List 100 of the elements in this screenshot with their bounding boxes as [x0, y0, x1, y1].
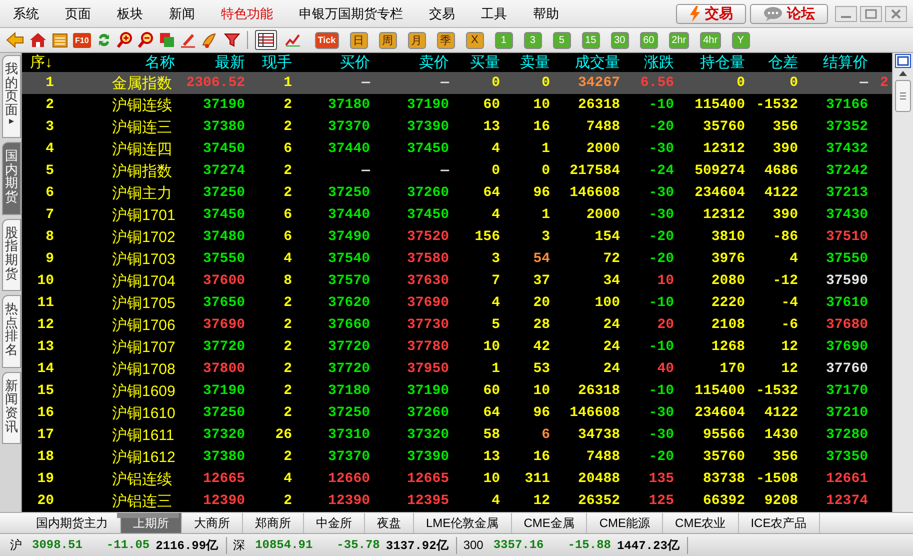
period-button[interactable]: 日: [350, 32, 368, 48]
table-cell-text: 12660: [326, 471, 370, 487]
window-icon[interactable]: [895, 54, 911, 68]
side-tab[interactable]: 新闻资讯: [2, 372, 21, 444]
table-cell-text: 390: [772, 141, 798, 157]
contract-name: 沪铜1702: [111, 228, 175, 246]
table-cell-text: 37680: [824, 317, 868, 333]
scroll-thumb-icon[interactable]: [117, 513, 179, 518]
side-tab[interactable]: 国内期货: [2, 142, 21, 215]
table-cell-text: 95566: [702, 427, 745, 443]
table-cell-text: 2: [282, 295, 292, 311]
menu-item[interactable]: 交易: [416, 4, 468, 22]
table-cell-text: 4: [282, 251, 292, 267]
period-button[interactable]: Tick: [314, 32, 339, 48]
table-cell-text: 37950: [406, 361, 449, 377]
contract-name: 沪铜连四: [111, 140, 173, 158]
pencil-icon[interactable]: [180, 32, 196, 48]
table-cell-text: 356: [772, 119, 798, 135]
menu-item[interactable]: 申银万国期货专栏: [286, 4, 416, 22]
period-button[interactable]: 月: [408, 32, 426, 48]
back-arrow-icon[interactable]: [6, 32, 24, 48]
zoom-out-icon[interactable]: [138, 32, 154, 48]
column-header[interactable]: 持仓量: [674, 53, 745, 72]
table-cell-text: 19: [36, 471, 55, 487]
selected-row[interactable]: 1 金属指数 2306.52 1 — — 0 0 34267 6.56 0 0 — 2: [22, 72, 892, 94]
table-cell-text: 20: [36, 493, 55, 509]
table-cell-text: 37180: [326, 97, 370, 113]
column-header[interactable]: 买量: [449, 53, 500, 72]
index-change: -35.78: [336, 538, 380, 552]
column-header[interactable]: 名称: [62, 53, 175, 72]
table-cell-text: 2: [282, 317, 292, 333]
menu-item[interactable]: 页面: [52, 4, 104, 22]
table-cell-text: -20: [648, 229, 674, 245]
menu-item[interactable]: 系统: [0, 4, 52, 22]
menu-item[interactable]: 帮助: [520, 4, 572, 22]
column-header[interactable]: 仓差: [745, 53, 798, 72]
scroll-thumb-icon[interactable]: [895, 80, 911, 112]
view-button[interactable]: [254, 30, 277, 50]
table-cell-text: 37720: [326, 361, 370, 377]
table-cell-text: 1268: [710, 339, 745, 355]
column-header[interactable]: 最新: [175, 53, 245, 72]
table-cell-text: -20: [648, 449, 674, 465]
table-cell-text: 0: [788, 75, 798, 91]
table-cell-text: -1508: [754, 471, 798, 487]
table-cell-text: 2220: [710, 295, 745, 311]
table-cell-text: 10: [532, 97, 550, 113]
table-cell-text: 146608: [568, 185, 620, 201]
index-name: 深: [233, 536, 246, 554]
menu-item[interactable]: 特色功能: [208, 4, 286, 22]
table-cell-text: 37190: [406, 383, 449, 399]
maximize-icon[interactable]: [860, 6, 882, 22]
side-tab[interactable]: 我的页面 ▸: [2, 55, 21, 138]
windows-icon[interactable]: [158, 32, 175, 48]
scroll-up-icon[interactable]: [898, 70, 908, 78]
period-button[interactable]: X: [466, 32, 484, 48]
table-cell-text: 9208: [763, 493, 798, 509]
zoom-in-icon[interactable]: [116, 32, 133, 48]
trade-button[interactable]: 交易: [676, 4, 746, 24]
menu-item[interactable]: 板块: [104, 4, 156, 22]
index-name: 300: [463, 538, 484, 552]
table-cell-text: 37780: [406, 339, 449, 355]
menu-item[interactable]: 新闻: [156, 4, 208, 22]
side-tab[interactable]: 股指期货: [2, 218, 21, 292]
notepad-icon[interactable]: [52, 32, 68, 48]
column-header[interactable]: 现手: [245, 53, 292, 72]
table-cell-text: 356: [772, 449, 798, 465]
table-cell-text: 7488: [585, 449, 620, 465]
period-button[interactable]: 周: [378, 32, 397, 48]
contract-name: 沪铜1610: [111, 404, 175, 422]
contract-name: 沪铜1611: [111, 426, 175, 444]
table-cell-text: 37242: [824, 163, 868, 179]
home-icon[interactable]: [29, 32, 47, 48]
table-cell-text: 37260: [406, 405, 449, 421]
table-cell-text: 37390: [406, 119, 449, 135]
contract-name: 沪铝连续: [111, 470, 173, 488]
column-header[interactable]: 卖量: [500, 53, 550, 72]
menu-item[interactable]: 工具: [468, 4, 520, 22]
side-tab[interactable]: 热点排名: [2, 295, 21, 368]
close-icon[interactable]: [885, 6, 907, 22]
column-header[interactable]: 成交量: [550, 53, 620, 72]
table-cell-text: 26352: [576, 493, 620, 509]
column-header[interactable]: 卖价: [370, 53, 449, 72]
forum-button[interactable]: 论坛: [750, 4, 828, 24]
column-header[interactable]: 涨跌: [620, 53, 674, 72]
table-cell-text: 37370: [326, 119, 370, 135]
table-cell-text: -20: [648, 119, 674, 135]
table-cell-text: 20488: [576, 471, 620, 487]
period-button[interactable]: 季: [436, 32, 455, 48]
table-cell-text: 6: [282, 229, 292, 245]
table-cell-text: 37352: [824, 119, 868, 135]
column-header[interactable]: 序↓: [22, 53, 62, 72]
column-header[interactable]: 买价: [292, 53, 370, 72]
minimize-icon[interactable]: [835, 6, 857, 22]
table-cell-text: 4: [490, 295, 500, 311]
f10-button[interactable]: F10: [73, 32, 91, 48]
table-cell-text: 16: [532, 449, 550, 465]
index-value: 3098.51: [32, 538, 82, 552]
column-header[interactable]: 结算价: [798, 53, 868, 72]
table-cell-text: 12390: [202, 493, 245, 509]
filter-icon[interactable]: [224, 32, 240, 48]
